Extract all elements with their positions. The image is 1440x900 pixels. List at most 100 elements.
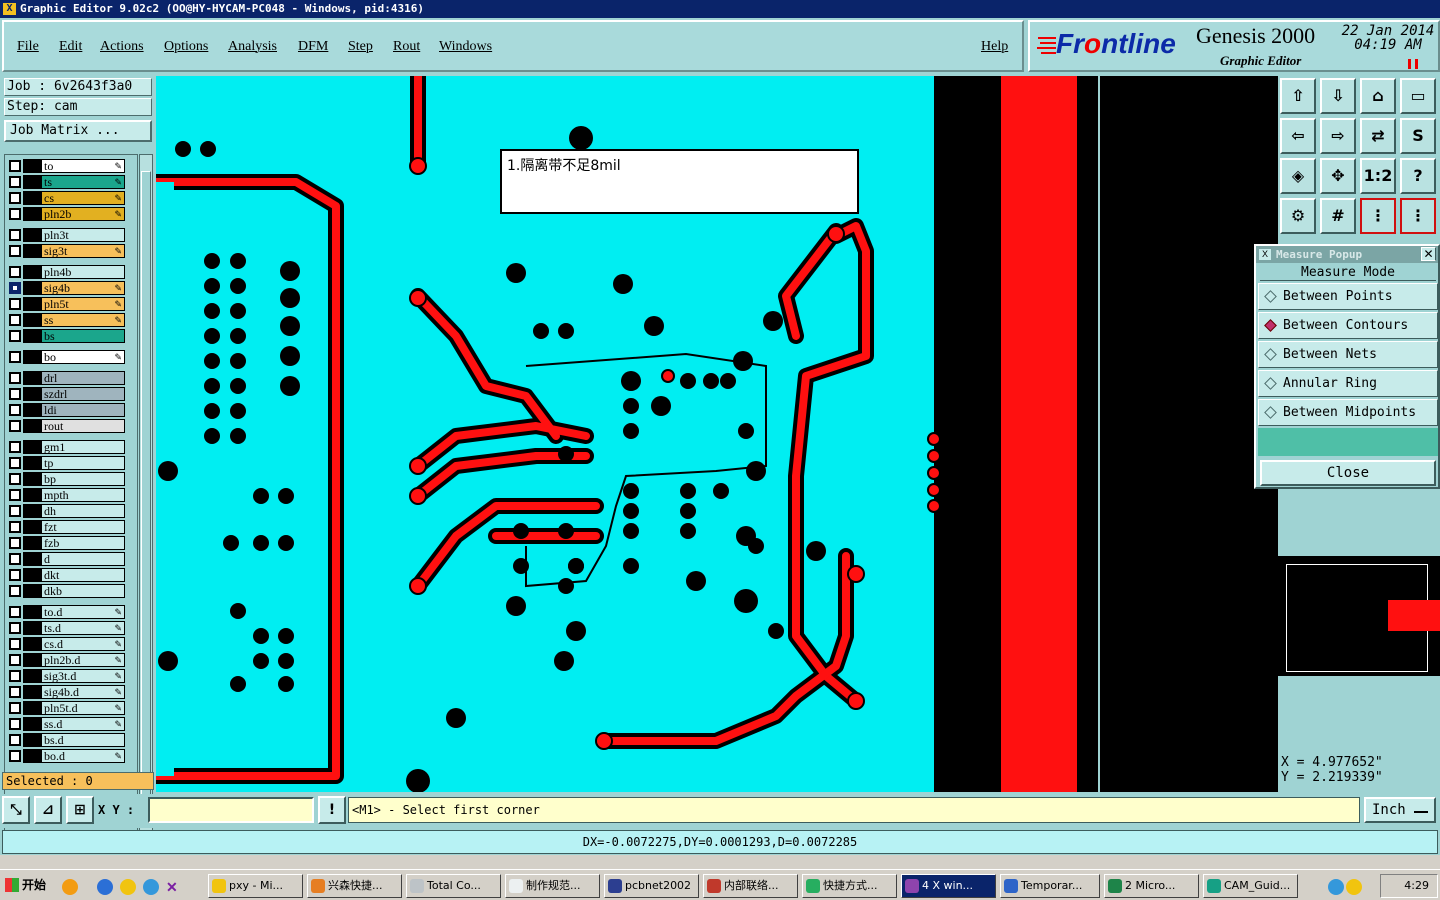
layer-checkbox[interactable] [9, 457, 21, 469]
layer-name[interactable]: pln5t ✎ [41, 297, 125, 311]
layer-row[interactable]: mpth [7, 488, 125, 502]
menu-actions[interactable]: Actions [100, 39, 144, 55]
layer-name[interactable]: mpth [41, 488, 125, 502]
x-app-icon[interactable]: ✕ [166, 879, 182, 895]
close-icon[interactable]: ✕ [1421, 247, 1436, 261]
layer-list[interactable]: to ✎ ts ✎ cs ✎ pln2b ✎ pln3t sig3t ✎ pln4b sig4b ✎ pln… [4, 154, 138, 842]
taskbar-item-temporary[interactable]: Temporar... [1000, 874, 1100, 898]
home-icon[interactable]: ⌂ [1360, 78, 1396, 114]
layer-name[interactable]: cs ✎ [41, 191, 125, 205]
zoom-in-icon[interactable]: ⇧ [1280, 78, 1316, 114]
pan-right-icon[interactable]: ⇨ [1320, 118, 1356, 154]
layer-checkbox[interactable] [9, 521, 21, 533]
option-between-points[interactable]: Between Points [1258, 283, 1438, 310]
layer-name[interactable]: pln5t.d ✎ [41, 701, 125, 715]
layer-row[interactable]: d [7, 552, 125, 566]
taskbar-item-spec[interactable]: 制作规范... [505, 874, 600, 898]
layer-name[interactable]: bp [41, 472, 125, 486]
layer-checkbox[interactable] [9, 441, 21, 453]
mail-icon[interactable] [143, 879, 159, 895]
layer-name[interactable]: fzb [41, 536, 125, 550]
layer-row[interactable]: tp [7, 456, 125, 470]
help-icon[interactable]: ? [1400, 158, 1436, 194]
layer-row[interactable]: bs.d [7, 733, 125, 747]
job-matrix-button[interactable]: Job Matrix ... [4, 120, 152, 142]
layer-row[interactable]: sig4b ✎ [7, 281, 125, 295]
layer-checkbox[interactable] [9, 473, 21, 485]
layer-display-icon[interactable]: ⋮ [1360, 198, 1396, 234]
taskbar-item-cam-guide[interactable]: CAM_Guid... [1203, 874, 1298, 898]
layer-name[interactable]: sig4b ✎ [41, 281, 125, 295]
taskbar-item-pxy[interactable]: pxy - Mi... [208, 874, 303, 898]
zoom-box-icon[interactable]: ⤡ [2, 796, 30, 824]
layer-row[interactable]: bs [7, 329, 125, 343]
layer-checkbox[interactable] [9, 282, 21, 294]
menu-options[interactable]: Options [164, 39, 208, 55]
layer-checkbox[interactable] [9, 606, 21, 618]
layer-row[interactable]: sig3t ✎ [7, 244, 125, 258]
window-icon[interactable]: ▭ [1400, 78, 1436, 114]
layer-name[interactable]: ss.d ✎ [41, 717, 125, 731]
layer-name[interactable]: dkt [41, 568, 125, 582]
swap-icon[interactable]: ⇄ [1360, 118, 1396, 154]
layer-name[interactable]: szdrl [41, 387, 125, 401]
layer-scrollbar[interactable] [139, 154, 153, 842]
layer-row[interactable]: bo.d ✎ [7, 749, 125, 763]
pause-icon[interactable] [1408, 59, 1418, 69]
tray-volume-icon[interactable] [1346, 879, 1362, 895]
graphic-canvas[interactable]: 1.隔离带不足8mil [156, 76, 1278, 792]
center-icon[interactable]: ✥ [1320, 158, 1356, 194]
layer-row[interactable]: sig4b.d ✎ [7, 685, 125, 699]
layer-name[interactable]: d [41, 552, 125, 566]
layer-row[interactable]: pln5t.d ✎ [7, 701, 125, 715]
layer-checkbox[interactable] [9, 245, 21, 257]
alert-icon[interactable]: ! [318, 796, 346, 824]
layer-row[interactable]: dh [7, 504, 125, 518]
layer-checkbox[interactable] [9, 192, 21, 204]
measure-icon[interactable]: ⚙ [1280, 198, 1316, 234]
layer-name[interactable]: sig3t ✎ [41, 244, 125, 258]
pan-left-icon[interactable]: ⇦ [1280, 118, 1316, 154]
layer-name[interactable]: pln2b.d ✎ [41, 653, 125, 667]
taskbar-item-pcbnet[interactable]: pcbnet2002 [604, 874, 699, 898]
layer-name[interactable]: sig4b.d ✎ [41, 685, 125, 699]
option-between-midpoints[interactable]: Between Midpoints [1258, 399, 1438, 426]
taskbar-item-x-windows[interactable]: 4 X win... [901, 874, 996, 898]
layer-checkbox[interactable] [9, 489, 21, 501]
tray-network-icon[interactable] [1328, 879, 1344, 895]
fit-icon[interactable]: ◈ [1280, 158, 1316, 194]
option-between-contours[interactable]: Between Contours [1258, 312, 1438, 339]
start-button[interactable]: 开始 [2, 873, 52, 898]
menu-dfm[interactable]: DFM [298, 39, 328, 55]
clock-icon[interactable] [120, 879, 136, 895]
layer-row[interactable]: ss.d ✎ [7, 717, 125, 731]
overview-map[interactable] [1278, 556, 1440, 676]
option-annular-ring[interactable]: Annular Ring [1258, 370, 1438, 397]
layer-checkbox[interactable] [9, 404, 21, 416]
layer-row[interactable]: szdrl [7, 387, 125, 401]
layer-checkbox[interactable] [9, 670, 21, 682]
layer-row[interactable]: cs.d ✎ [7, 637, 125, 651]
layer-name[interactable]: ldi [41, 403, 125, 417]
zoom-out-icon[interactable]: ⇩ [1320, 78, 1356, 114]
layer-row[interactable]: pln4b [7, 265, 125, 279]
layer-name[interactable]: ts.d ✎ [41, 621, 125, 635]
menu-help[interactable]: Help [981, 39, 1008, 55]
layer-checkbox[interactable] [9, 569, 21, 581]
layer-row[interactable]: cs ✎ [7, 191, 125, 205]
menu-analysis[interactable]: Analysis [228, 39, 277, 55]
taskbar-item-total-commander[interactable]: Total Co... [406, 874, 501, 898]
xy-input[interactable] [148, 797, 314, 823]
layer-name[interactable]: bs [41, 329, 125, 343]
layer-row[interactable]: drl [7, 371, 125, 385]
option-between-nets[interactable]: Between Nets [1258, 341, 1438, 368]
layer-checkbox[interactable] [9, 734, 21, 746]
layer-name[interactable]: pln2b ✎ [41, 207, 125, 221]
layer-name[interactable]: dkb [41, 584, 125, 598]
layer-row[interactable]: ts ✎ [7, 175, 125, 189]
layer-checkbox[interactable] [9, 176, 21, 188]
layer-checkbox[interactable] [9, 585, 21, 597]
layer-checkbox[interactable] [9, 330, 21, 342]
layer-name[interactable]: tp [41, 456, 125, 470]
layer-name[interactable]: ss ✎ [41, 313, 125, 327]
